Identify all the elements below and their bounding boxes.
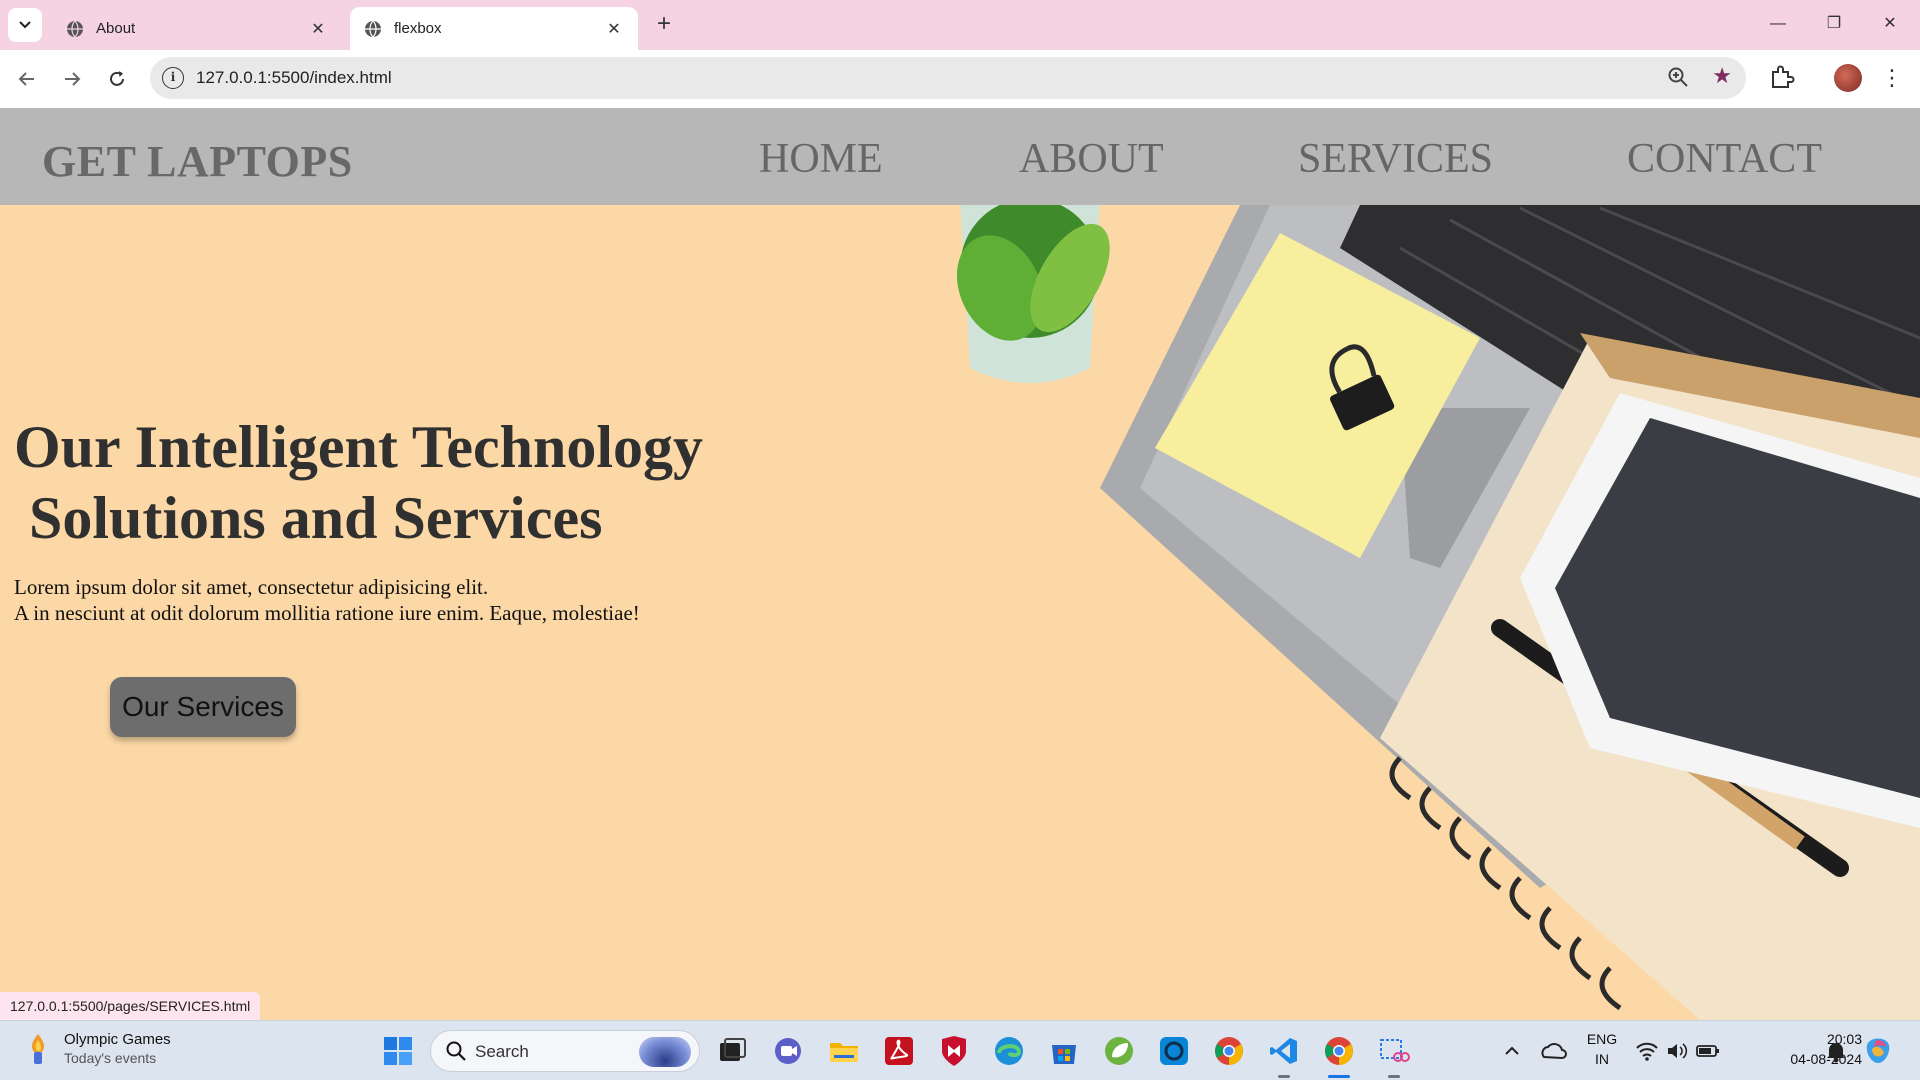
nav-link-home[interactable]: HOME xyxy=(759,135,883,183)
forward-button[interactable] xyxy=(56,63,88,95)
chevron-up-icon[interactable] xyxy=(1498,1035,1526,1067)
link-status-bubble: 127.0.0.1:5500/pages/SERVICES.html xyxy=(0,992,261,1020)
close-icon[interactable]: ✕ xyxy=(604,19,624,39)
minimize-button[interactable]: — xyxy=(1758,10,1798,38)
torch-icon xyxy=(31,1033,45,1064)
site-logo[interactable]: GET LAPTOPS xyxy=(42,136,353,187)
spring-tools-icon[interactable] xyxy=(1103,1035,1135,1067)
reload-icon xyxy=(110,71,124,86)
hero-description: Lorem ipsum dolor sit amet, consectetur … xyxy=(14,574,640,626)
reload-button[interactable] xyxy=(101,63,133,95)
nav-link-about[interactable]: ABOUT xyxy=(1019,135,1164,183)
extensions-puzzle-icon[interactable] xyxy=(1768,63,1796,91)
hero-headline-line-1: Our Intelligent Technology xyxy=(14,414,704,480)
hero-background-image xyxy=(0,108,1920,1020)
hero-headline-line-2: Solutions and Services xyxy=(14,485,603,551)
tab-title: flexbox xyxy=(394,20,442,37)
file-explorer-icon[interactable] xyxy=(828,1035,860,1067)
chrome-active-icon[interactable] xyxy=(1323,1035,1355,1067)
widget-title: Olympic Games xyxy=(64,1031,171,1048)
taskbar: Olympic Games Today's events Search ENG … xyxy=(0,1020,1920,1080)
browser-toolbar: i 127.0.0.1:5500/index.html ★ ⋮ xyxy=(0,50,1920,108)
close-icon[interactable]: ✕ xyxy=(308,19,328,39)
wifi-icon[interactable] xyxy=(1634,1035,1660,1067)
address-bar[interactable]: i 127.0.0.1:5500/index.html ★ xyxy=(150,57,1746,99)
arrow-right-icon xyxy=(65,72,81,86)
hero-description-line-1: Lorem ipsum dolor sit amet, consectetur … xyxy=(14,575,489,599)
vscode-icon[interactable] xyxy=(1268,1035,1300,1067)
search-icon xyxy=(446,1041,466,1061)
taskbar-search-input[interactable]: Search xyxy=(430,1030,700,1072)
widget-subtitle: Today's events xyxy=(64,1050,157,1066)
back-button[interactable] xyxy=(11,63,43,95)
battery-icon[interactable] xyxy=(1694,1035,1722,1067)
app-blue-icon[interactable] xyxy=(1158,1035,1190,1067)
snipping-running-indicator xyxy=(1388,1075,1400,1078)
our-services-button[interactable]: Our Services xyxy=(110,677,296,737)
site-info-icon[interactable]: i xyxy=(162,67,184,89)
acrobat-icon[interactable] xyxy=(883,1035,915,1067)
globe-icon xyxy=(67,20,83,37)
copilot-icon[interactable] xyxy=(1862,1035,1894,1067)
site-navbar: GET LAPTOPS HOME ABOUT SERVICES CONTACT xyxy=(0,108,1920,205)
restore-button[interactable]: ❐ xyxy=(1814,10,1854,38)
close-window-button[interactable]: ✕ xyxy=(1870,10,1910,38)
widgets-button[interactable]: Olympic Games Today's events xyxy=(24,1031,171,1066)
tab-title: About xyxy=(96,20,136,37)
tab-flexbox[interactable]: flexbox ✕ xyxy=(350,7,638,50)
search-highlight-image xyxy=(639,1037,691,1067)
hero-description-line-2: A in nesciunt at odit dolorum mollitia r… xyxy=(14,601,640,625)
browser-tab-bar: About ✕ flexbox ✕ + — ❐ ✕ xyxy=(0,0,1920,50)
chrome-active-indicator xyxy=(1328,1075,1350,1078)
arrow-left-icon xyxy=(18,72,34,86)
new-tab-button[interactable]: + xyxy=(650,10,678,38)
nav-link-services[interactable]: SERVICES xyxy=(1298,135,1493,183)
profile-avatar[interactable] xyxy=(1834,64,1862,92)
tab-about[interactable]: About ✕ xyxy=(52,7,342,50)
search-placeholder: Search xyxy=(475,1042,529,1061)
notification-bell-icon[interactable] xyxy=(1824,1035,1848,1067)
microsoft-store-icon[interactable] xyxy=(1048,1035,1080,1067)
tab-search-button[interactable] xyxy=(8,8,42,42)
hero-headline: Our Intelligent Technology Solutions and… xyxy=(14,412,703,554)
volume-icon[interactable] xyxy=(1664,1035,1690,1067)
chrome-icon[interactable] xyxy=(1213,1035,1245,1067)
bookmark-star-icon[interactable]: ★ xyxy=(1712,63,1732,89)
vscode-running-indicator xyxy=(1278,1075,1290,1078)
onedrive-sync-icon[interactable] xyxy=(1538,1035,1568,1067)
teams-chat-icon[interactable] xyxy=(772,1035,804,1067)
snipping-tool-icon[interactable] xyxy=(1378,1035,1410,1067)
web-page: GET LAPTOPS HOME ABOUT SERVICES CONTACT … xyxy=(0,108,1920,1020)
windows-start-icon[interactable] xyxy=(382,1035,414,1067)
address-url[interactable]: 127.0.0.1:5500/index.html xyxy=(196,68,392,88)
globe-icon xyxy=(365,20,381,37)
task-view-icon[interactable] xyxy=(716,1035,748,1067)
edge-browser-icon[interactable] xyxy=(993,1035,1025,1067)
chevron-down-icon xyxy=(19,21,31,29)
browser-menu-icon[interactable]: ⋮ xyxy=(1880,62,1904,94)
input-region[interactable]: IN xyxy=(1584,1051,1620,1067)
nav-link-contact[interactable]: CONTACT xyxy=(1627,135,1822,183)
mcafee-shield-icon[interactable] xyxy=(938,1035,970,1067)
input-language[interactable]: ENG xyxy=(1584,1031,1620,1047)
zoom-icon[interactable] xyxy=(1666,65,1690,89)
